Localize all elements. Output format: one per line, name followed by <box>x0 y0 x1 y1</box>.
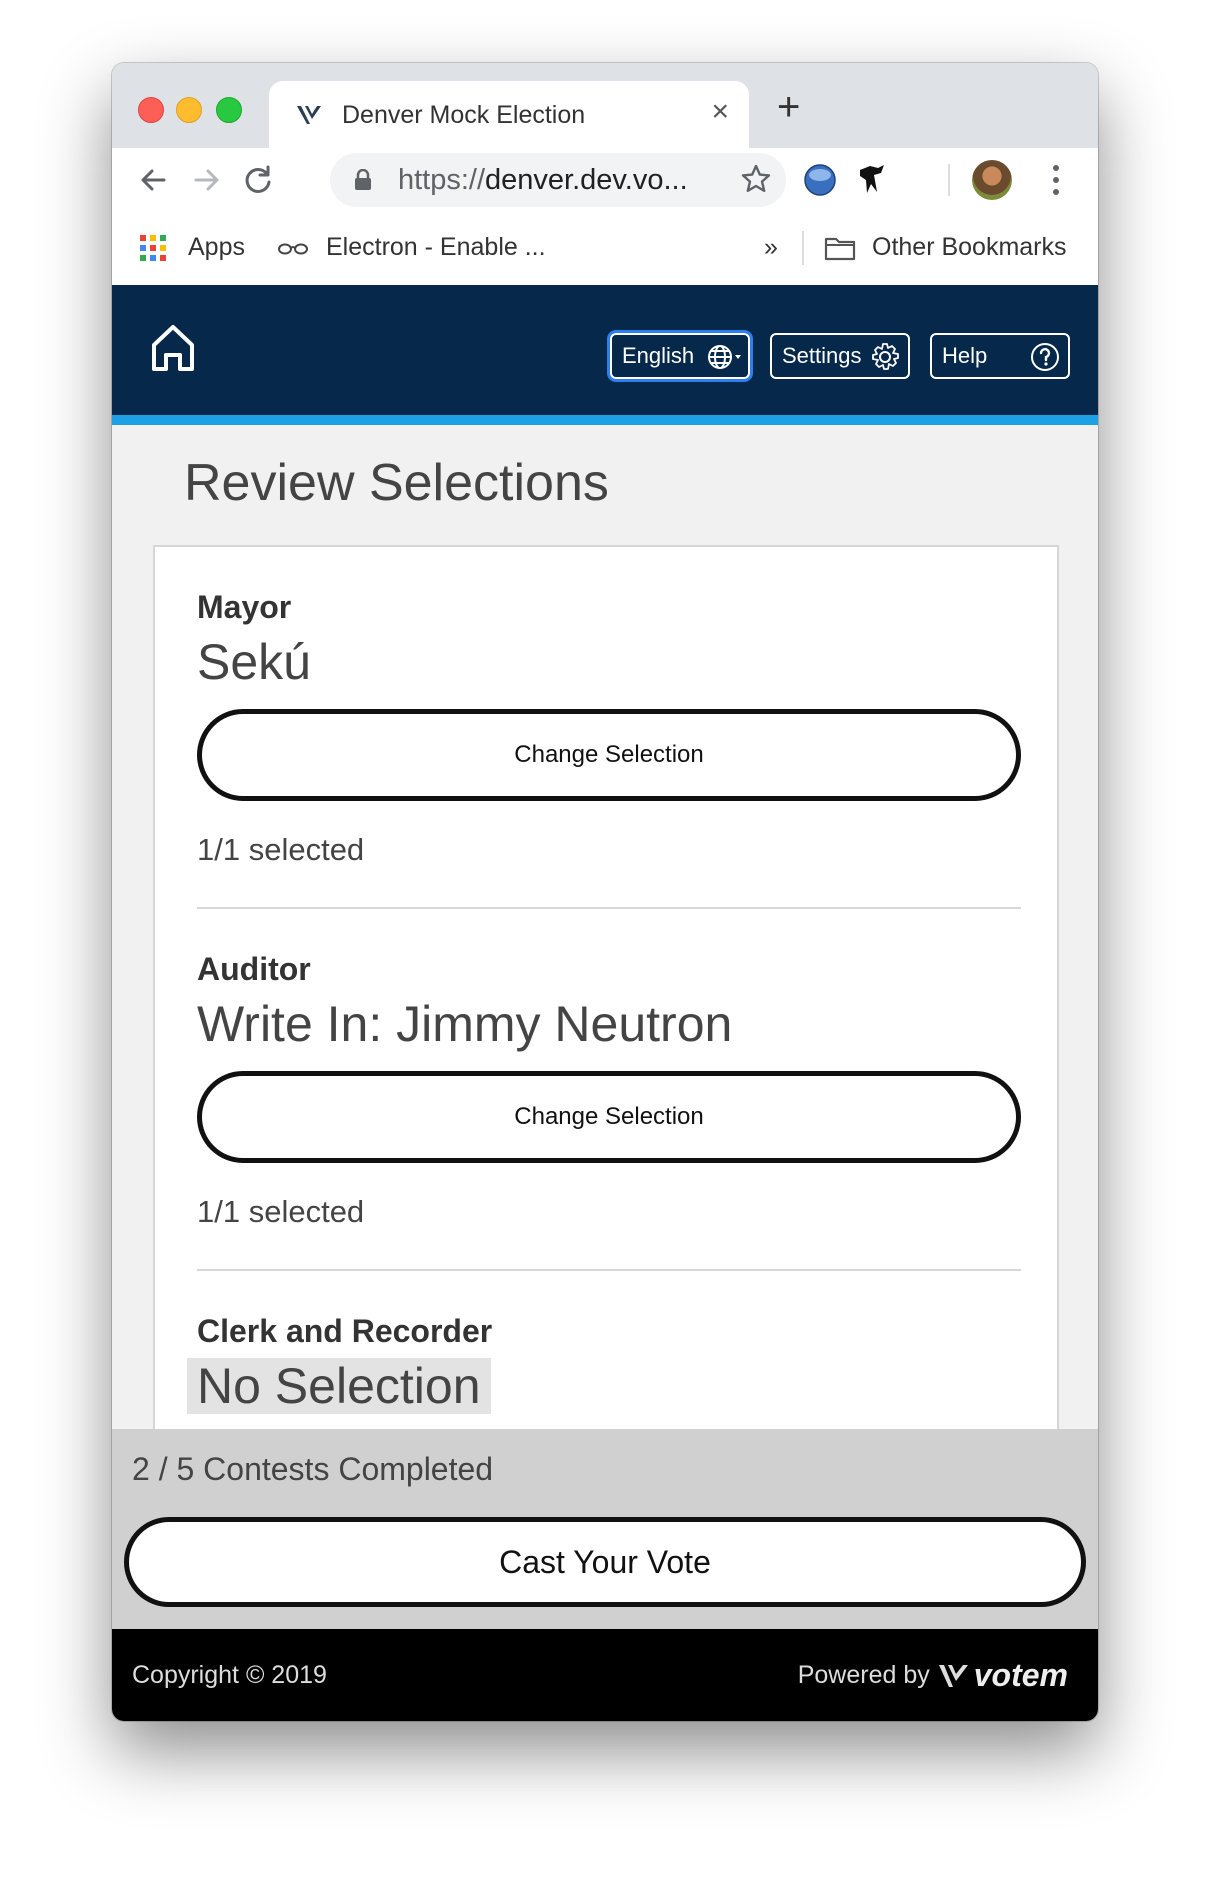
back-arrow-icon[interactable] <box>134 160 174 200</box>
tab-close-icon[interactable]: × <box>711 95 729 129</box>
contest-title: Clerk and Recorder <box>197 1313 493 1349</box>
globe-extension-icon[interactable] <box>802 162 838 198</box>
reload-icon[interactable] <box>238 160 278 200</box>
glasses-icon <box>278 243 308 255</box>
contest-title: Mayor <box>197 589 292 625</box>
footer: Copyright © 2019 Powered by votem <box>112 1629 1098 1721</box>
home-icon[interactable] <box>150 323 196 373</box>
globe-icon <box>708 345 741 369</box>
ninja-extension-icon[interactable] <box>854 162 890 198</box>
selection-count: 1/1 selected <box>197 832 365 867</box>
profile-avatar[interactable] <box>972 160 1012 200</box>
bookmarks-overflow-chevron[interactable]: » <box>764 233 778 262</box>
header-accent-bar <box>112 415 1098 425</box>
change-selection-button[interactable]: Change Selection <box>197 1071 1021 1163</box>
bookmarks-bar: Apps Electron - Enable ... » Other Bookm… <box>112 213 1098 285</box>
votem-logo-icon <box>938 1664 968 1687</box>
progress-bar-area: 2 / 5 Contests Completed Cast Your Vote <box>112 1429 1098 1629</box>
bookmark-electron[interactable]: Electron - Enable ... <box>326 233 546 262</box>
selection-count: 1/1 selected <box>197 1194 365 1229</box>
page-title: Review Selections <box>184 454 609 512</box>
no-selection-label: No Selection <box>187 1358 491 1414</box>
contest-selection: No Selection <box>187 1357 491 1415</box>
contest-selection: Write In: Jimmy Neutron <box>197 996 733 1052</box>
bookmark-other-bookmarks[interactable]: Other Bookmarks <box>872 233 1067 262</box>
url-text: https://denver.dev.vo... <box>398 164 688 196</box>
help-label: Help <box>942 343 988 368</box>
toolbar-separator <box>948 164 950 196</box>
copyright-text: Copyright © 2019 <box>132 1661 327 1689</box>
settings-button[interactable]: Settings <box>770 333 910 379</box>
change-selection-button[interactable]: Change Selection <box>197 709 1021 801</box>
contests-completed-text: 2 / 5 Contests Completed <box>132 1451 494 1487</box>
close-window-button[interactable] <box>138 97 164 123</box>
forward-arrow-icon[interactable] <box>186 160 226 200</box>
help-button[interactable]: Help <box>930 333 1070 379</box>
app-header: English Settings Help <box>112 285 1098 415</box>
more-menu-icon[interactable] <box>1052 162 1060 198</box>
tab-strip: Denver Mock Election × + <box>112 63 1098 148</box>
bookmarks-separator <box>802 231 804 265</box>
bookmark-star-icon[interactable] <box>740 163 772 195</box>
browser-window: Denver Mock Election × + https://denver.… <box>112 63 1098 1721</box>
browser-toolbar: https://denver.dev.vo... <box>112 148 1098 213</box>
main-content[interactable]: Review Selections Mayor Sekú Change Sele… <box>112 425 1098 1429</box>
gear-icon <box>872 343 899 370</box>
lock-icon <box>355 169 371 190</box>
minimize-window-button[interactable] <box>176 97 202 123</box>
question-circle-icon <box>1031 343 1059 371</box>
language-button[interactable]: English <box>610 333 750 379</box>
contest-title: Auditor <box>197 951 311 987</box>
powered-by: Powered by votem <box>798 1657 1068 1694</box>
zoom-window-button[interactable] <box>216 97 242 123</box>
tab-title: Denver Mock Election <box>342 101 586 129</box>
votem-favicon-icon <box>297 106 321 124</box>
address-bar[interactable]: https://denver.dev.vo... <box>330 153 786 207</box>
contest-selection: Sekú <box>197 634 311 690</box>
contest-divider <box>197 1269 1021 1271</box>
language-label: English <box>622 343 695 368</box>
powered-by-label: Powered by <box>797 1661 930 1689</box>
selections-card: Mayor Sekú Change Selection 1/1 selected… <box>153 545 1059 1429</box>
folder-icon <box>824 237 856 261</box>
new-tab-button[interactable]: + <box>777 87 800 127</box>
apps-grid-icon <box>140 235 166 261</box>
contest-divider <box>197 907 1021 909</box>
bookmark-apps[interactable]: Apps <box>188 233 245 262</box>
settings-label: Settings <box>782 343 862 368</box>
votem-wordmark: votem <box>973 1657 1068 1693</box>
browser-tab[interactable]: Denver Mock Election × <box>269 81 749 148</box>
cast-your-vote-button[interactable]: Cast Your Vote <box>124 1517 1086 1607</box>
